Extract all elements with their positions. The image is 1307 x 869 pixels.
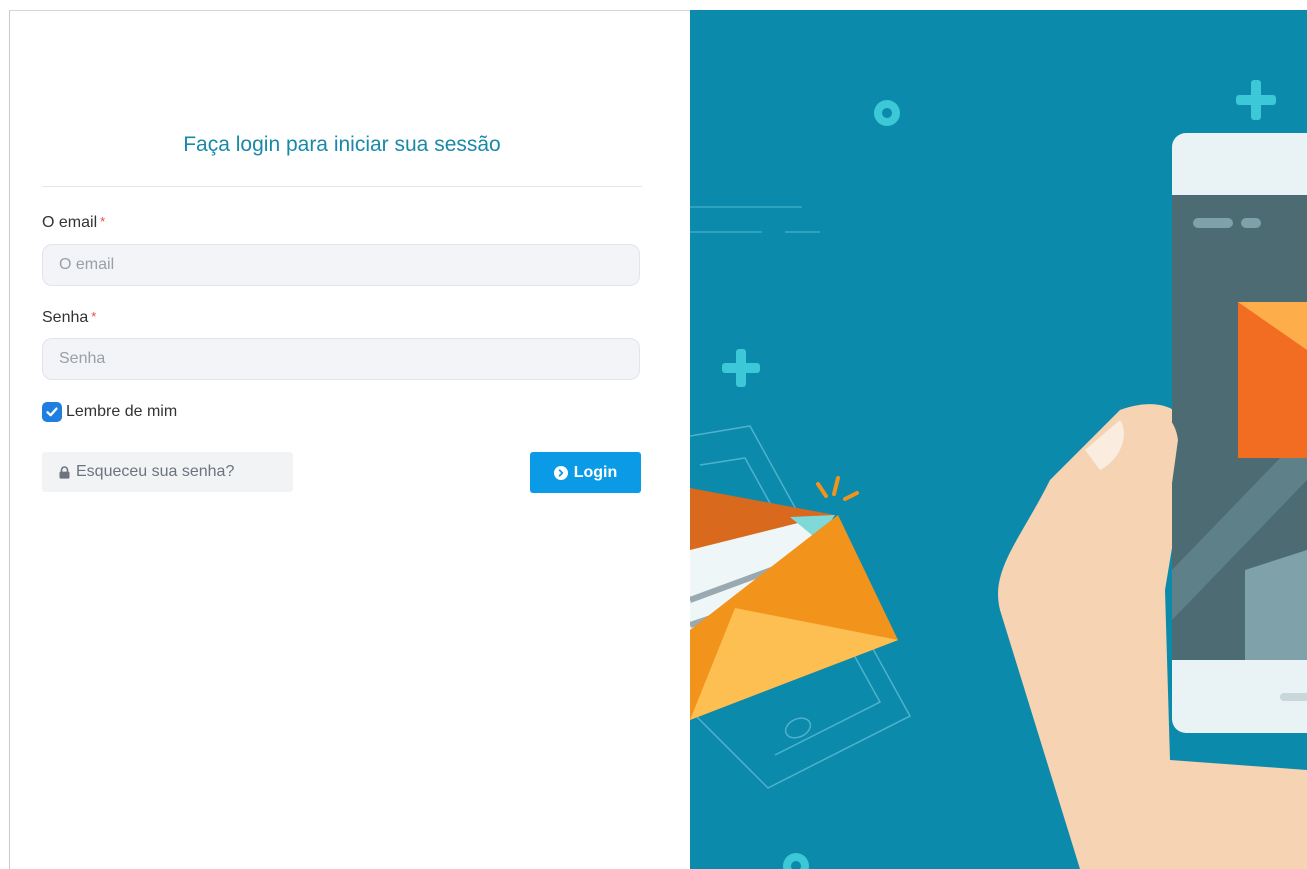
remember-me[interactable]: Lembre de mim <box>42 402 177 422</box>
email-required-mark: * <box>100 214 106 229</box>
remember-checkbox[interactable] <box>42 402 62 422</box>
motion-lines <box>690 206 820 233</box>
hero-illustration <box>690 10 1307 869</box>
email-label-text: O email <box>42 214 98 231</box>
chevron-circle-right-icon <box>553 465 568 480</box>
login-page: Faça login para iniciar sua sessão O ema… <box>9 10 1307 869</box>
email-input[interactable] <box>42 244 640 286</box>
check-icon <box>46 407 58 417</box>
login-title: Faça login para iniciar sua sessão <box>183 133 501 156</box>
phone-in-hand <box>998 133 1307 869</box>
remember-label: Lembre de mim <box>66 403 178 420</box>
password-label-text: Senha <box>42 309 89 326</box>
title-divider <box>42 186 642 187</box>
forgot-password-label: Esqueceu sua senha? <box>76 463 235 480</box>
open-envelope <box>690 476 898 720</box>
login-panel: Faça login para iniciar sua sessão O ema… <box>9 10 690 869</box>
login-button[interactable]: Login <box>530 452 641 493</box>
email-label: O email * <box>42 214 105 232</box>
email-illustration <box>690 80 1307 869</box>
plus-decoration-top <box>1236 80 1276 120</box>
forgot-password-button[interactable]: Esqueceu sua senha? <box>42 452 293 492</box>
password-label: Senha * <box>42 309 96 327</box>
plus-decoration-left <box>722 349 760 387</box>
password-input[interactable] <box>42 338 640 380</box>
lock-icon <box>59 465 70 479</box>
password-required-mark: * <box>91 309 97 324</box>
login-button-label: Login <box>573 463 618 481</box>
